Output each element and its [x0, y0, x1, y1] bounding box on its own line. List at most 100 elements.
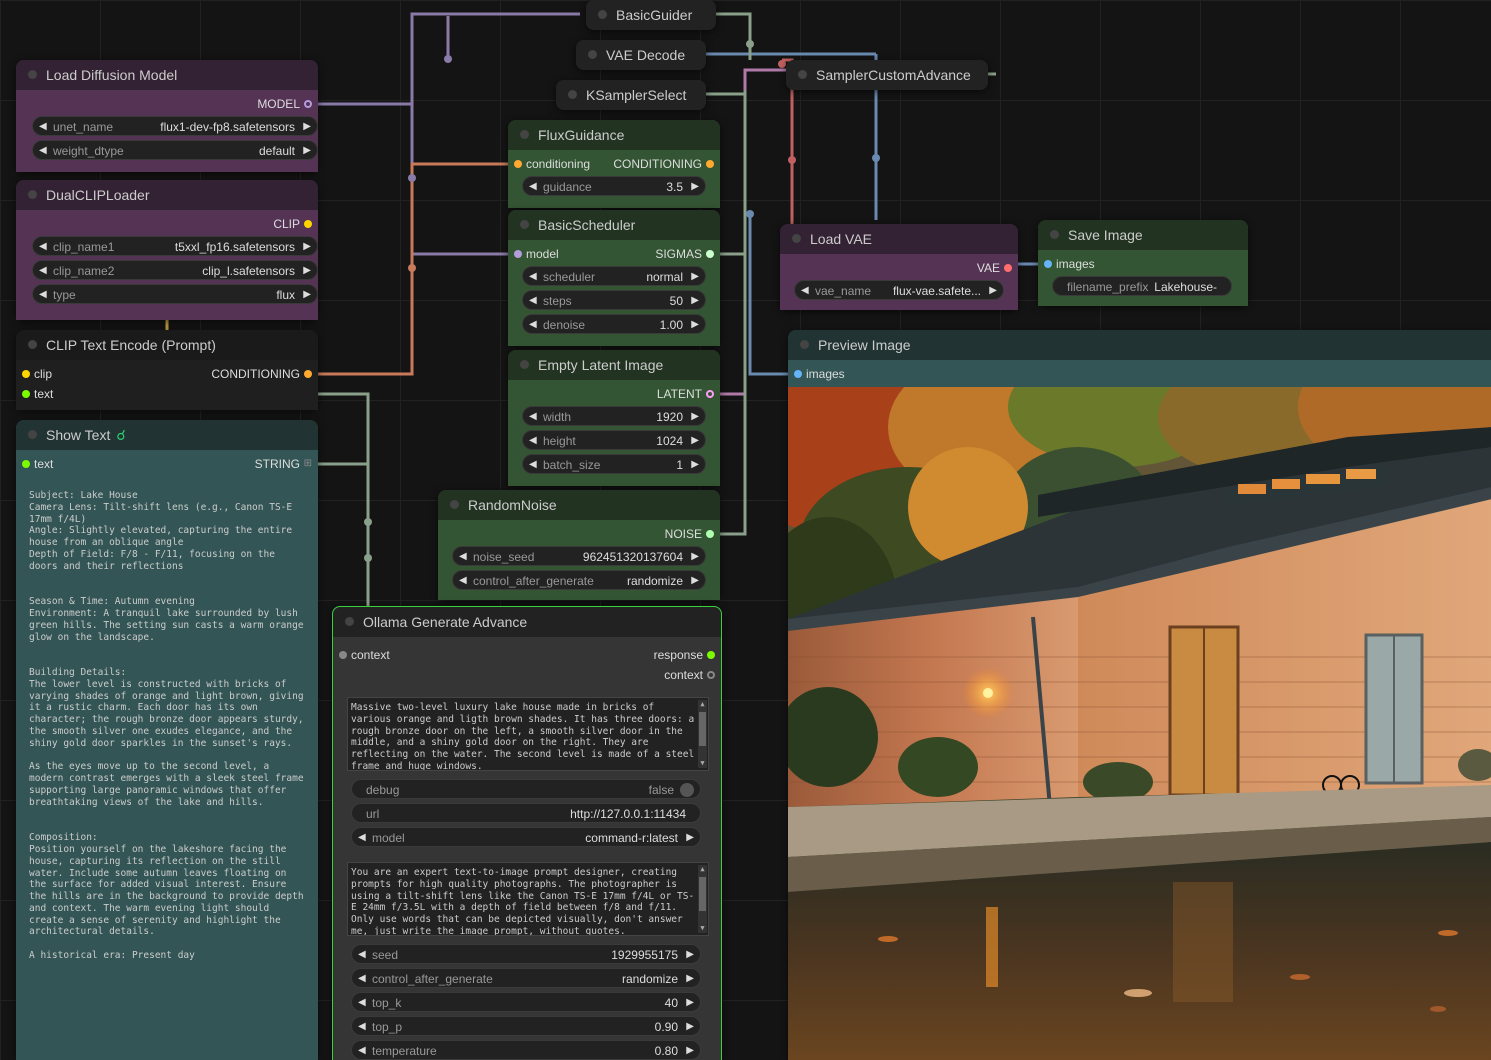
node-header[interactable]: VAE Decode — [576, 40, 706, 70]
slot-dot-icon[interactable] — [304, 370, 312, 378]
widget-top-p[interactable]: ◀ top_p 0.90 ▶ — [351, 1016, 701, 1036]
node-header[interactable]: Show Text ☌ — [16, 420, 318, 450]
scroll-down-icon[interactable]: ▼ — [698, 759, 707, 768]
slot-dot-icon[interactable] — [707, 671, 715, 679]
arrow-left-icon[interactable]: ◀ — [358, 945, 366, 965]
arrow-left-icon[interactable]: ◀ — [459, 547, 467, 567]
collapse-dot-icon[interactable] — [1050, 230, 1059, 239]
arrow-left-icon[interactable]: ◀ — [529, 267, 537, 287]
node-sampler-custom-advance[interactable]: SamplerCustomAdvance — [786, 60, 988, 90]
slot-dot-icon[interactable] — [339, 651, 347, 659]
toggle-switch[interactable] — [680, 783, 694, 797]
arrow-left-icon[interactable]: ◀ — [39, 117, 47, 137]
collapse-dot-icon[interactable] — [520, 220, 529, 229]
slot-dot-icon[interactable] — [1004, 264, 1012, 272]
widget-width[interactable]: ◀ width 1920 ▶ — [522, 406, 706, 426]
arrow-right-icon[interactable]: ▶ — [691, 455, 699, 475]
grid-slot-icon[interactable]: ⊞ — [302, 454, 312, 469]
slot-dot-icon[interactable] — [1044, 260, 1052, 268]
arrow-left-icon[interactable]: ◀ — [529, 315, 537, 335]
arrow-right-icon[interactable]: ▶ — [686, 828, 694, 848]
widget-seed[interactable]: ◀ seed 1929955175 ▶ — [351, 944, 701, 964]
arrow-right-icon[interactable]: ▶ — [989, 281, 997, 301]
collapse-dot-icon[interactable] — [28, 430, 37, 439]
slot-dot-icon[interactable] — [706, 250, 714, 258]
node-header[interactable]: KSamplerSelect — [556, 80, 706, 110]
collapse-dot-icon[interactable] — [520, 130, 529, 139]
input-context[interactable]: context — [333, 645, 390, 665]
arrow-right-icon[interactable]: ▶ — [691, 291, 699, 311]
node-preview-image[interactable]: Preview Image images — [788, 330, 1491, 1060]
input-images[interactable]: images — [1038, 254, 1095, 274]
node-header[interactable]: Save Image — [1038, 220, 1248, 250]
widget-top-k[interactable]: ◀ top_k 40 ▶ — [351, 992, 701, 1012]
widget-weight-dtype[interactable]: ◀ weight_dtype default ▶ — [32, 140, 318, 160]
arrow-right-icon[interactable]: ▶ — [686, 969, 694, 989]
output-latent[interactable]: LATENT — [657, 384, 720, 404]
arrow-left-icon[interactable]: ◀ — [358, 1041, 366, 1060]
collapse-dot-icon[interactable] — [28, 340, 37, 349]
widget-clip-name1[interactable]: ◀ clip_name1 t5xxl_fp16.safetensors ▶ — [32, 236, 318, 256]
node-random-noise[interactable]: RandomNoise NOISE ◀ noise_seed 96245132013… — [438, 490, 720, 600]
collapse-dot-icon[interactable] — [800, 340, 809, 349]
output-model[interactable]: MODEL — [257, 94, 318, 114]
widget-vae-name[interactable]: ◀ vae_name flux-vae.safete... ▶ — [794, 280, 1004, 300]
collapse-dot-icon[interactable] — [28, 70, 37, 79]
node-ksampler-select[interactable]: KSamplerSelect — [556, 80, 706, 110]
widget-type[interactable]: ◀ type flux ▶ — [32, 284, 318, 304]
node-header[interactable]: Ollama Generate Advance — [333, 607, 721, 637]
arrow-left-icon[interactable]: ◀ — [358, 993, 366, 1013]
output-sigmas[interactable]: SIGMAS — [655, 244, 720, 264]
node-header[interactable]: Load Diffusion Model — [16, 60, 318, 90]
collapse-dot-icon[interactable] — [798, 70, 807, 79]
node-header[interactable]: Load VAE — [780, 224, 1018, 254]
output-noise[interactable]: NOISE — [665, 524, 720, 544]
input-clip[interactable]: clip — [16, 364, 52, 384]
arrow-left-icon[interactable]: ◀ — [529, 431, 537, 451]
slot-dot-icon[interactable] — [514, 160, 522, 168]
scroll-up-icon[interactable]: ▲ — [698, 865, 707, 874]
widget-debug[interactable]: debug false — [351, 779, 701, 799]
arrow-left-icon[interactable]: ◀ — [801, 281, 809, 301]
collapse-dot-icon[interactable] — [450, 500, 459, 509]
arrow-left-icon[interactable]: ◀ — [358, 828, 366, 848]
slot-dot-icon[interactable] — [794, 370, 802, 378]
arrow-right-icon[interactable]: ▶ — [303, 117, 311, 137]
arrow-right-icon[interactable]: ▶ — [686, 993, 694, 1013]
scroll-thumb[interactable] — [699, 712, 706, 746]
node-header[interactable]: BasicGuider — [586, 0, 716, 30]
show-text-output[interactable]: Subject: Lake House Camera Lens: Tilt-sh… — [26, 486, 308, 1056]
node-ollama-generate-advance[interactable]: Ollama Generate Advance context response… — [332, 606, 722, 1060]
arrow-right-icon[interactable]: ▶ — [686, 1017, 694, 1037]
node-flux-guidance[interactable]: FluxGuidance conditioning CONDITIONING ◀… — [508, 120, 720, 208]
slot-dot-icon[interactable] — [22, 370, 30, 378]
node-header[interactable]: DualCLIPLoader — [16, 180, 318, 210]
arrow-right-icon[interactable]: ▶ — [303, 261, 311, 281]
scrollbar[interactable]: ▲ ▼ — [698, 865, 707, 933]
widget-steps[interactable]: ◀ steps 50 ▶ — [522, 290, 706, 310]
arrow-left-icon[interactable]: ◀ — [39, 285, 47, 305]
arrow-left-icon[interactable]: ◀ — [39, 261, 47, 281]
arrow-right-icon[interactable]: ▶ — [691, 267, 699, 287]
widget-denoise[interactable]: ◀ denoise 1.00 ▶ — [522, 314, 706, 334]
output-string[interactable]: STRING ⊞ — [255, 454, 318, 474]
widget-model[interactable]: ◀ model command-r:latest ▶ — [351, 827, 701, 847]
arrow-right-icon[interactable]: ▶ — [686, 1041, 694, 1060]
output-vae[interactable]: VAE — [977, 258, 1018, 278]
node-basic-guider[interactable]: BasicGuider — [586, 0, 716, 30]
slot-dot-icon[interactable] — [706, 160, 714, 168]
output-clip[interactable]: CLIP — [273, 214, 318, 234]
node-header[interactable]: RandomNoise — [438, 490, 720, 520]
arrow-right-icon[interactable]: ▶ — [303, 237, 311, 257]
collapse-dot-icon[interactable] — [568, 90, 577, 99]
node-vae-decode[interactable]: VAE Decode — [576, 40, 706, 70]
collapse-dot-icon[interactable] — [598, 10, 607, 19]
input-text[interactable]: text — [16, 384, 53, 404]
widget-filename-prefix[interactable]: filename_prefix Lakehouse- — [1052, 276, 1232, 296]
widget-temperature[interactable]: ◀ temperature 0.80 ▶ — [351, 1040, 701, 1060]
output-conditioning[interactable]: CONDITIONING — [613, 154, 720, 174]
collapse-dot-icon[interactable] — [588, 50, 597, 59]
input-conditioning[interactable]: conditioning — [508, 154, 590, 174]
arrow-left-icon[interactable]: ◀ — [529, 455, 537, 475]
output-conditioning[interactable]: CONDITIONING — [211, 364, 318, 384]
